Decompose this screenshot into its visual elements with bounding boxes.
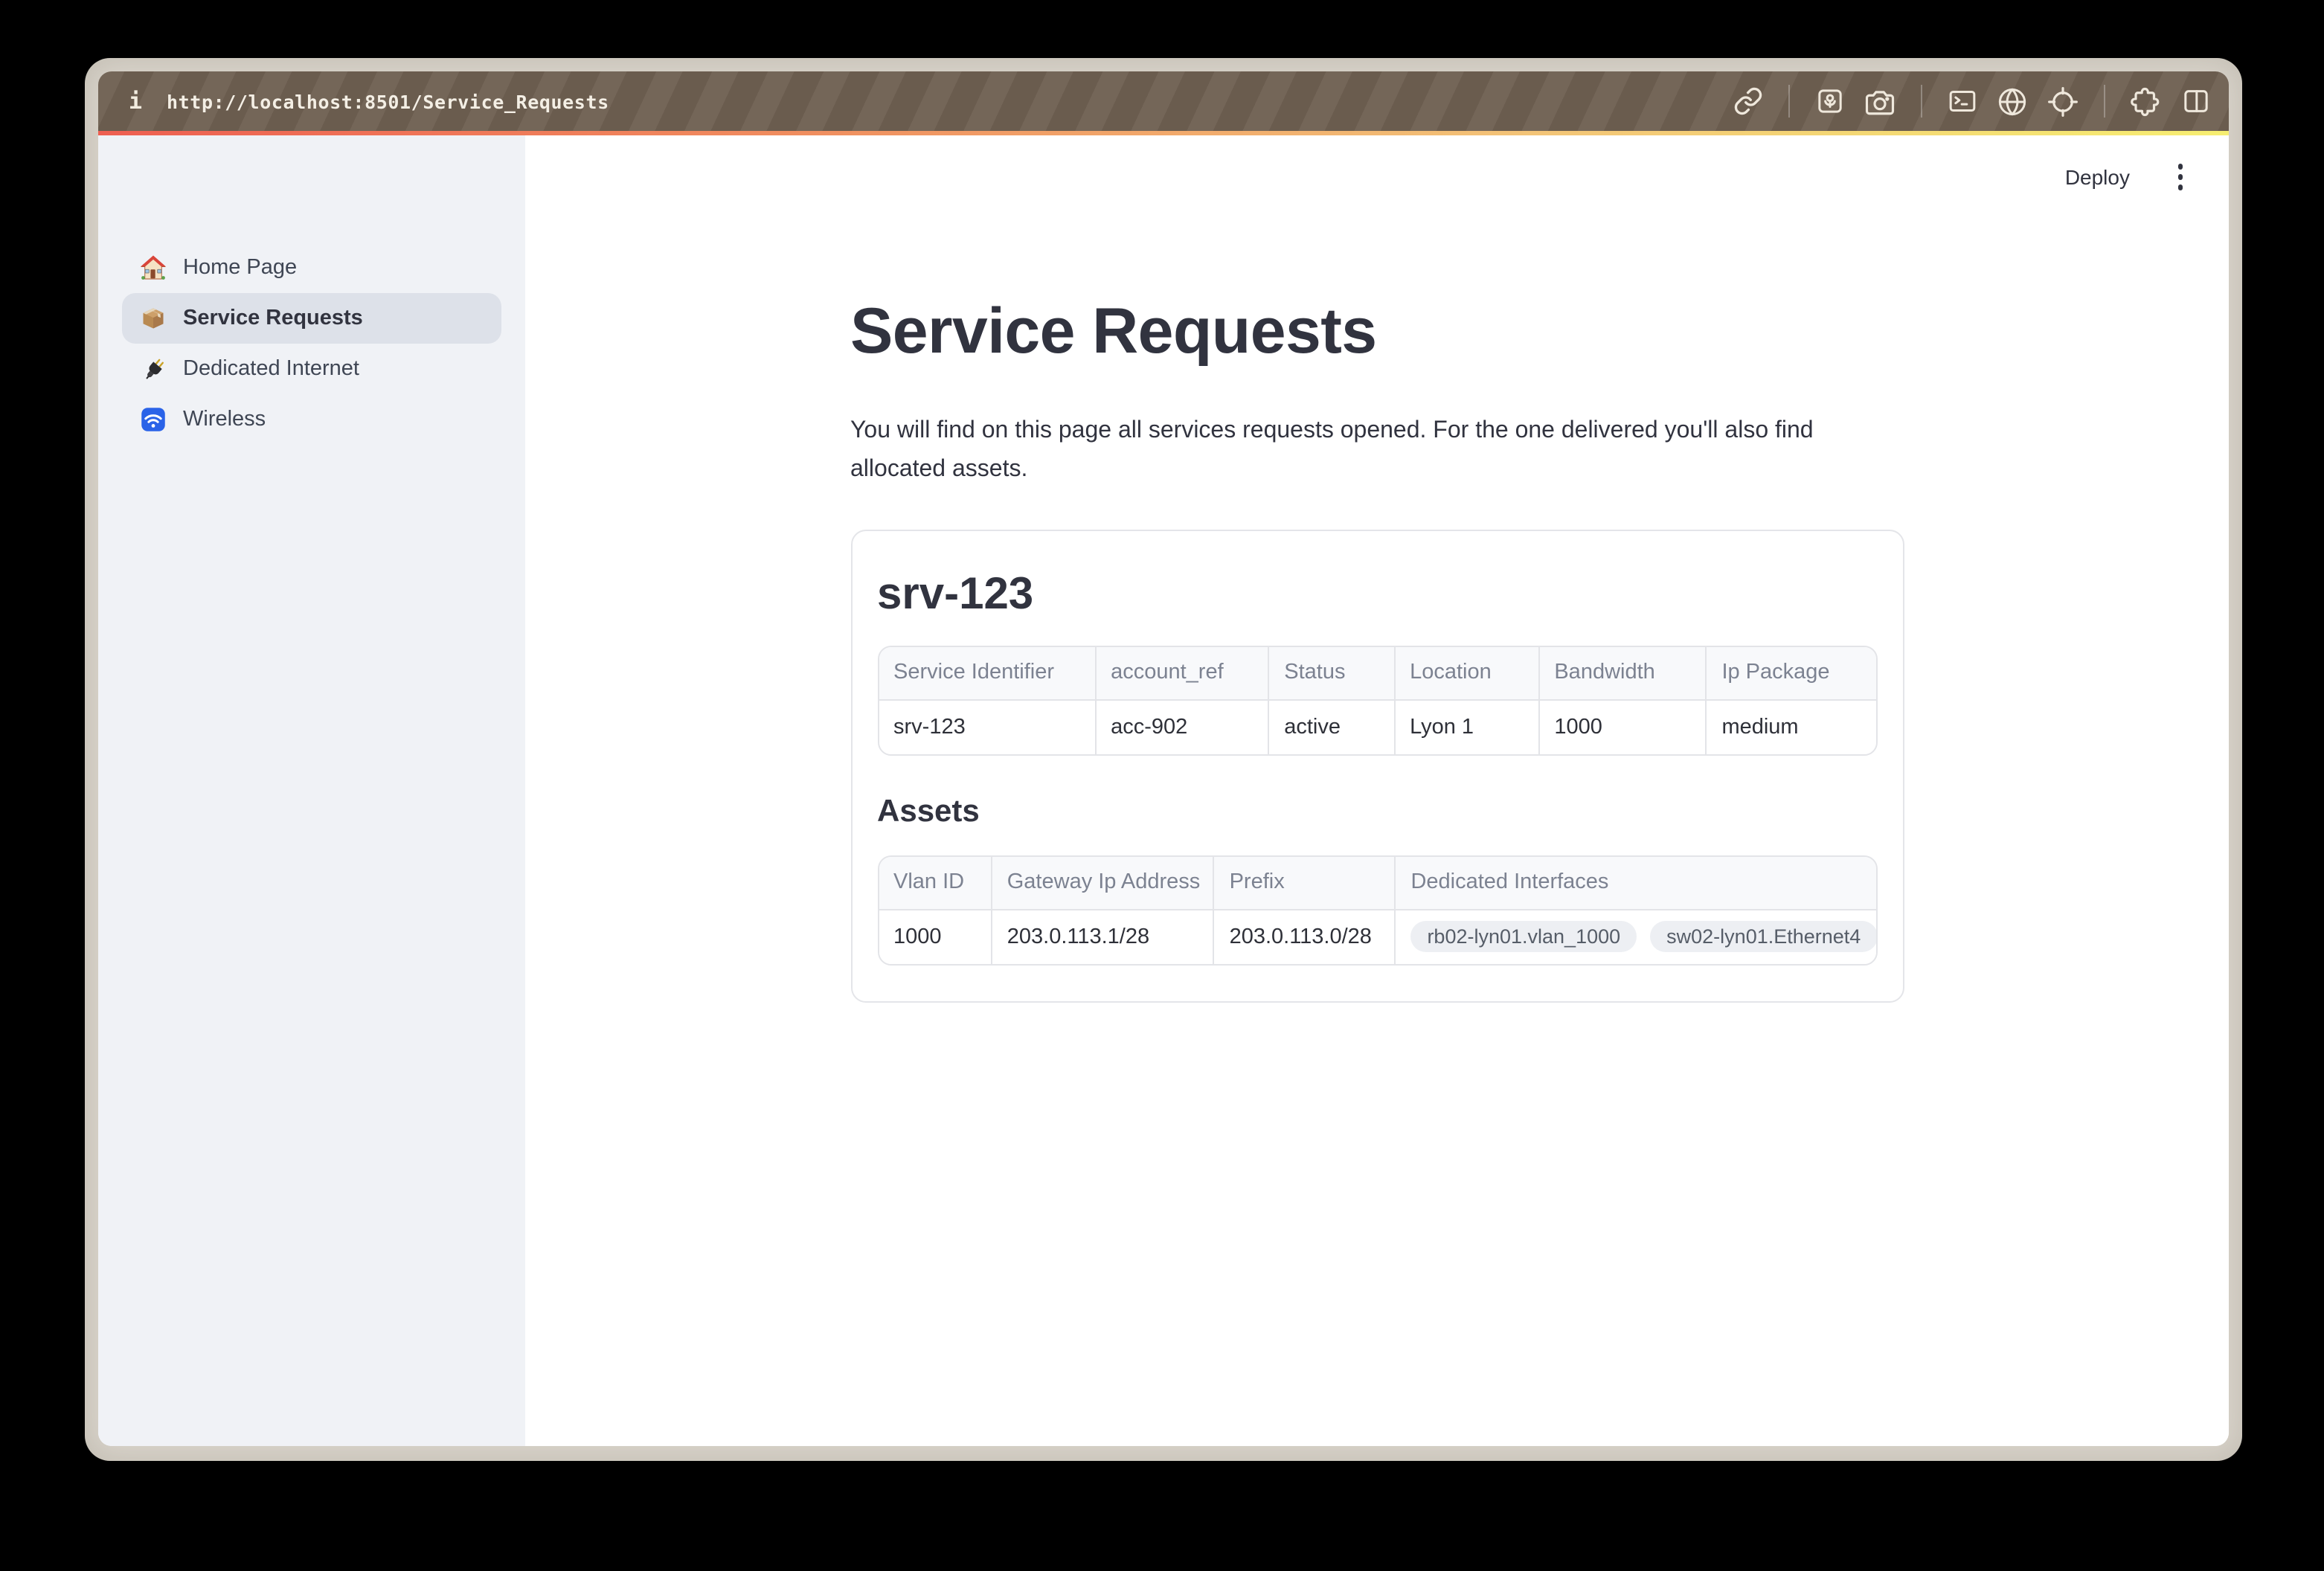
col-header: Service Identifier [879,646,1096,700]
col-header: Dedicated Interfaces [1396,856,1875,910]
col-header: account_ref [1096,646,1269,700]
titlebar-separator [1788,85,1790,118]
cell-vlan-id: 1000 [879,910,992,963]
page-description: You will find on this page all services … [850,412,1877,491]
assets-heading: Assets [877,794,1877,829]
cell-status: active [1269,700,1395,754]
col-header: Bandwidth [1539,646,1707,700]
crosshair-icon[interactable] [2047,86,2079,117]
table-row: 1000 203.0.113.1/28 203.0.113.0/28 rb02-… [879,910,1875,963]
split-columns-icon[interactable] [2181,86,2211,116]
cell-account-ref: acc-902 [1096,700,1269,754]
cell-location: Lyon 1 [1395,700,1539,754]
deploy-button[interactable]: Deploy [2065,165,2130,189]
sidebar-item-label: Home Page [183,256,297,280]
col-header: Vlan ID [879,856,992,910]
info-icon: i [122,88,149,115]
titlebar-separator [2104,85,2105,118]
sidebar: Home Page Service Requests Dedicated Int… [98,135,525,1446]
interface-badge: rb02-lyn01.vlan_1000 [1410,921,1637,952]
image-icon[interactable] [1815,86,1845,116]
sidebar-item-service-requests[interactable]: Service Requests [122,293,501,344]
home-icon [140,254,167,281]
service-id-heading: srv-123 [877,569,1877,620]
cell-service-identifier: srv-123 [879,700,1096,754]
desktop-background: i http://localhost:8501/Service_Requests [0,0,2324,1571]
cell-gateway-ip: 203.0.113.1/28 [992,910,1215,963]
cell-ip-package: medium [1707,700,1875,754]
page-title: Service Requests [850,293,1904,373]
cell-bandwidth: 1000 [1539,700,1707,754]
browser-window: i http://localhost:8501/Service_Requests [85,58,2242,1461]
kebab-menu-icon[interactable] [2169,158,2192,196]
sidebar-item-wireless[interactable]: Wireless [122,394,501,445]
sidebar-item-dedicated-internet[interactable]: Dedicated Internet [122,344,501,394]
globe-icon[interactable] [1997,86,2028,117]
terminal-icon[interactable] [1948,86,1977,116]
table-row: srv-123 acc-902 active Lyon 1 1000 mediu… [879,700,1875,754]
camera-icon[interactable] [1864,86,1896,117]
interface-badge: sw02-lyn01.Ethernet4 [1650,921,1875,952]
col-header: Gateway Ip Address [992,856,1215,910]
col-header: Status [1269,646,1395,700]
browser-titlebar: i http://localhost:8501/Service_Requests [98,71,2229,131]
service-table: Service Identifier account_ref Status Lo… [877,645,1877,755]
url-bar[interactable]: http://localhost:8501/Service_Requests [167,90,609,112]
sidebar-item-label: Dedicated Internet [183,357,359,381]
assets-table: Vlan ID Gateway Ip Address Prefix Dedica… [877,855,1877,965]
sidebar-item-home-page[interactable]: Home Page [122,242,501,293]
sidebar-item-label: Wireless [183,408,266,431]
cell-dedicated-interfaces: rb02-lyn01.vlan_1000 sw02-lyn01.Ethernet… [1396,910,1875,963]
titlebar-separator [1921,85,1922,118]
cell-prefix: 203.0.113.0/28 [1215,910,1396,963]
service-request-card: srv-123 Service Identifie [850,529,1904,1002]
col-header: Location [1395,646,1539,700]
link-icon[interactable] [1733,86,1763,116]
plug-icon [140,356,167,382]
sidebar-item-label: Service Requests [183,306,363,330]
wireless-icon [140,406,167,433]
puzzle-icon[interactable] [2131,86,2162,117]
package-icon [140,305,167,332]
col-header: Ip Package [1707,646,1875,700]
main-content: Deploy Service Requests You will find on… [525,135,2229,1446]
col-header: Prefix [1215,856,1396,910]
